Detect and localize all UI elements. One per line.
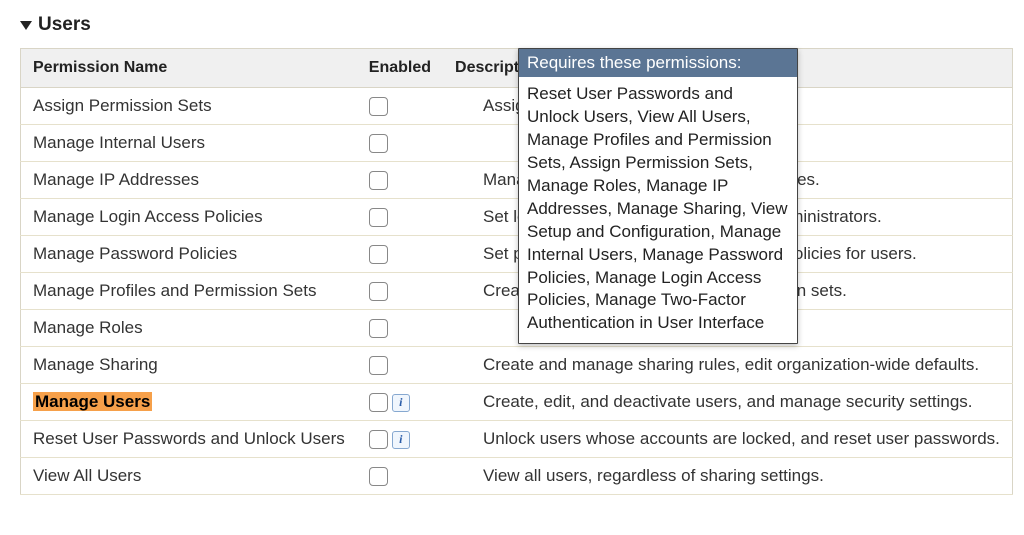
info-icon[interactable] (392, 431, 410, 449)
table-row: Manage IP AddressesManage trusted IP add… (21, 162, 1013, 199)
table-row: Manage Password PoliciesSet password pol… (21, 236, 1013, 273)
table-row: Assign Permission SetsAssign permission … (21, 88, 1013, 125)
collapse-triangle-icon (20, 21, 32, 30)
permission-description: Create and manage sharing rules, edit or… (443, 347, 1012, 384)
table-row: Manage Sharing Create and manage sharing … (21, 347, 1013, 384)
enable-checkbox[interactable] (369, 208, 388, 227)
info-icon[interactable] (392, 394, 410, 412)
table-row: Manage Profiles and Permission SetsCreat… (21, 273, 1013, 310)
permission-name: Manage Roles (33, 318, 143, 337)
enable-checkbox[interactable] (369, 245, 388, 264)
permission-name: Reset User Passwords and Unlock Users (33, 429, 345, 448)
permission-description: View all users, regardless of sharing se… (443, 458, 1012, 495)
enable-checkbox[interactable] (369, 319, 388, 338)
permissions-table: Permission Name Enabled Description Assi… (20, 48, 1013, 495)
permission-description: Unlock users whose accounts are locked, … (443, 421, 1012, 458)
column-header-name: Permission Name (21, 49, 357, 88)
requires-permissions-tooltip: Requires these permissions: Reset User P… (518, 48, 798, 344)
section-header[interactable]: Users (20, 14, 1004, 36)
permission-name: View All Users (33, 466, 141, 485)
permission-description: Create, edit, and deactivate users, and … (443, 384, 1012, 421)
permission-name: Manage IP Addresses (33, 170, 199, 189)
table-row: Manage Users Create, edit, and deactivate… (21, 384, 1013, 421)
table-row: View All Users View all users, regardless… (21, 458, 1013, 495)
section-title: Users (38, 14, 91, 36)
column-header-enabled: Enabled (357, 49, 443, 88)
enable-checkbox[interactable] (369, 134, 388, 153)
permission-name: Manage Profiles and Permission Sets (33, 281, 316, 300)
table-row: Manage Internal Users (21, 125, 1013, 162)
permission-name: Manage Password Policies (33, 244, 237, 263)
tooltip-title: Requires these permissions: (519, 49, 797, 77)
table-row: Reset User Passwords and Unlock Users Unl… (21, 421, 1013, 458)
permission-name: Manage Login Access Policies (33, 207, 263, 226)
enable-checkbox[interactable] (369, 356, 388, 375)
permission-name: Assign Permission Sets (33, 96, 212, 115)
permission-name: Manage Internal Users (33, 133, 205, 152)
table-row: Manage Roles (21, 310, 1013, 347)
enable-checkbox[interactable] (369, 282, 388, 301)
enable-checkbox[interactable] (369, 430, 388, 449)
enable-checkbox[interactable] (369, 393, 388, 412)
enable-checkbox[interactable] (369, 467, 388, 486)
permission-name: Manage Sharing (33, 355, 158, 374)
enable-checkbox[interactable] (369, 97, 388, 116)
table-row: Manage Login Access PoliciesSet login ac… (21, 199, 1013, 236)
tooltip-body: Reset User Passwords and Unlock Users, V… (519, 77, 797, 343)
permission-name: Manage Users (33, 392, 152, 411)
enable-checkbox[interactable] (369, 171, 388, 190)
